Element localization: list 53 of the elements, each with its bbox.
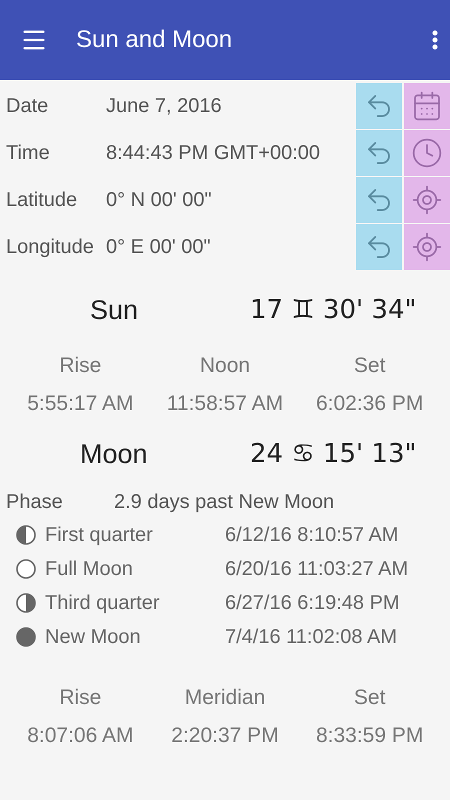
phase-name: Full Moon	[45, 558, 134, 580]
zodiac-position: 24 ♋ 15' 13"	[250, 439, 416, 469]
field-value: 0° N 00' 00"	[106, 188, 213, 212]
field-label: Time	[6, 142, 51, 164]
clock-icon	[411, 137, 443, 169]
body-name: Moon	[80, 438, 149, 470]
event-time: 8:07:06 AM	[26, 723, 134, 749]
field-value: June 7, 2016	[106, 94, 223, 118]
phase-name: Third quarter	[45, 592, 160, 614]
event-label: Noon	[198, 353, 252, 379]
phase-label: Phase	[6, 490, 64, 514]
overflow-menu-button[interactable]	[432, 30, 438, 50]
reset-button[interactable]	[356, 177, 402, 223]
more-icon	[432, 30, 438, 50]
field-label: Latitude	[6, 188, 78, 212]
event-time: 2:20:37 PM	[170, 723, 280, 749]
pick-button[interactable]	[404, 177, 450, 223]
moon-phase-icon	[15, 524, 37, 546]
reset-button[interactable]	[356, 130, 402, 176]
moon-phase-icon	[15, 626, 37, 648]
reset-button[interactable]	[356, 224, 402, 270]
phase-value: 2.9 days past New Moon	[114, 490, 334, 514]
reset-button[interactable]	[356, 83, 402, 129]
event-time: 5:55:17 AM	[26, 391, 134, 417]
event-label: Rise	[58, 353, 102, 379]
phase-time: 6/27/16 6:19:48 PM	[225, 592, 400, 614]
phase-time: 6/20/16 11:03:27 AM	[225, 558, 408, 580]
crosshair-icon	[411, 231, 443, 263]
field-label: Longitude	[6, 236, 95, 258]
moon-phase-icon	[15, 592, 37, 614]
app-title: Sun and Moon	[76, 26, 234, 54]
phase-name: First quarter	[45, 524, 154, 546]
pick-button[interactable]	[404, 130, 450, 176]
field-label: Date	[6, 94, 50, 118]
phase-time: 7/4/16 11:02:08 AM	[225, 626, 397, 648]
event-label: Rise	[58, 685, 102, 711]
phase-name: New Moon	[45, 626, 142, 648]
body-name: Sun	[90, 294, 140, 326]
field-value: 8:44:43 PM GMT+00:00	[106, 142, 322, 164]
event-label: Set	[352, 353, 386, 379]
event-label: Meridian	[184, 685, 266, 711]
moon-phase-icon	[15, 558, 37, 580]
crosshair-icon	[411, 184, 443, 216]
event-time: 11:58:57 AM	[166, 391, 284, 417]
pick-button[interactable]	[404, 83, 450, 129]
calendar-icon	[411, 90, 443, 122]
event-label: Set	[352, 685, 386, 711]
event-time: 8:33:59 PM	[314, 723, 424, 749]
pick-button[interactable]	[404, 224, 450, 270]
zodiac-position: 17 ♊ 30' 34"	[250, 295, 416, 325]
event-time: 6:02:36 PM	[314, 391, 424, 417]
phase-time: 6/12/16 8:10:57 AM	[225, 524, 398, 546]
field-value: 0° E 00' 00"	[106, 236, 212, 258]
